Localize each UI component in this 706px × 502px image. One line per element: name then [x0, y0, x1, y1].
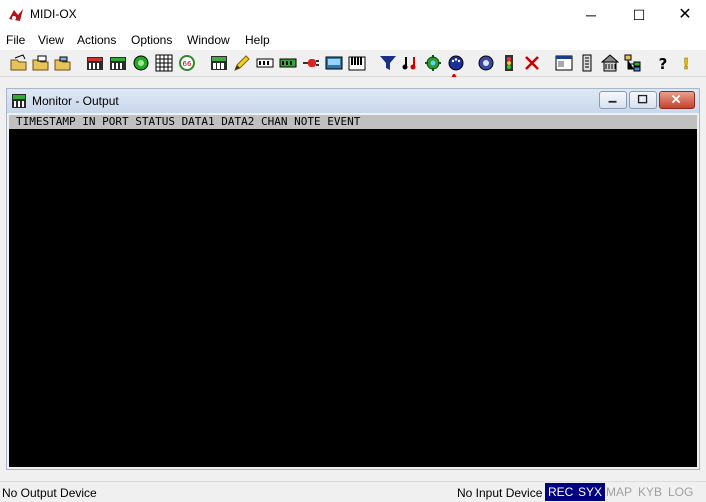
svg-text:?: ? — [659, 55, 668, 72]
pencil-icon[interactable] — [233, 54, 251, 72]
help-icon[interactable]: ? — [654, 54, 672, 72]
midi-map-icon[interactable]: 66 — [178, 54, 196, 72]
gear-network-icon[interactable] — [424, 54, 442, 72]
midi-keys-icon[interactable] — [348, 54, 366, 72]
window-title: MIDI-OX — [30, 7, 77, 21]
midi-port-icon[interactable] — [447, 54, 465, 72]
open-icon[interactable] — [10, 54, 28, 72]
output-device-status: No Output Device — [2, 486, 97, 500]
midi-ox-app-icon — [8, 7, 24, 23]
svg-text:!: ! — [683, 55, 690, 72]
status-bar: No Output Device No Input Device REC SYX… — [0, 481, 706, 502]
menu-bar: File View Actions Options Window Help — [0, 30, 706, 50]
piano-icon[interactable] — [210, 54, 228, 72]
close-icon — [671, 94, 681, 104]
display-icon[interactable] — [325, 54, 343, 72]
indicator-map: MAP — [606, 485, 633, 499]
child-restore-button[interactable] — [629, 91, 657, 109]
grid-icon[interactable] — [155, 54, 173, 72]
menu-window[interactable]: Window — [187, 33, 230, 47]
monitor-display[interactable]: TIMESTAMP IN PORT STATUS DATA1 DATA2 CHA… — [9, 115, 697, 467]
svg-text:66: 66 — [183, 60, 192, 68]
menu-options[interactable]: Options — [131, 33, 172, 47]
maximize-button[interactable]: ☐ — [616, 0, 662, 30]
filter-icon[interactable] — [379, 54, 397, 72]
title-bar: MIDI-OX ─ ☐ ✕ — [0, 0, 706, 30]
port-routing-icon[interactable] — [109, 54, 127, 72]
child-window-title: Monitor - Output — [32, 94, 119, 108]
menu-help[interactable]: Help — [245, 33, 270, 47]
panel-icon[interactable] — [578, 54, 596, 72]
menu-view[interactable]: View — [38, 33, 64, 47]
indicator-syx: SYX — [575, 483, 606, 501]
monitor-output-window: Monitor - Output TIMESTAMP IN PORT STATU… — [6, 88, 700, 470]
record-icon[interactable] — [132, 54, 150, 72]
minimize-button[interactable]: ─ — [568, 0, 614, 30]
close-button[interactable]: ✕ — [662, 0, 706, 30]
indicator-rec: REC — [545, 483, 577, 501]
input-device-status: No Input Device — [457, 486, 543, 500]
child-minimize-button[interactable] — [599, 91, 627, 109]
child-title-bar[interactable]: Monitor - Output — [7, 89, 699, 113]
menu-file[interactable]: File — [6, 33, 25, 47]
traffic-light-icon[interactable] — [500, 54, 518, 72]
open-folder-icon[interactable] — [32, 54, 50, 72]
sysex-icon[interactable] — [256, 54, 274, 72]
delete-icon[interactable] — [523, 54, 541, 72]
instrument-icon[interactable] — [279, 54, 297, 72]
midi-cable-icon[interactable] — [302, 54, 320, 72]
toolbar: 66 ? ! — [0, 50, 706, 77]
indicator-log: LOG — [668, 485, 694, 499]
restore-icon — [637, 94, 648, 104]
monitor-window-icon — [11, 93, 27, 109]
tree-icon[interactable] — [624, 54, 642, 72]
monitor-column-header: TIMESTAMP IN PORT STATUS DATA1 DATA2 CHA… — [9, 115, 697, 129]
exclamation-icon[interactable]: ! — [677, 54, 695, 72]
notes-icon[interactable] — [401, 54, 419, 72]
keyboard-icon[interactable] — [86, 54, 104, 72]
save-icon[interactable] — [54, 54, 72, 72]
house-icon[interactable] — [601, 54, 619, 72]
indicator-kyb: KYB — [638, 485, 663, 499]
midi-devices-icon[interactable] — [477, 54, 495, 72]
window-icon[interactable] — [555, 54, 573, 72]
menu-actions[interactable]: Actions — [77, 33, 116, 47]
child-close-button[interactable] — [659, 91, 695, 109]
minimize-icon — [608, 100, 617, 103]
